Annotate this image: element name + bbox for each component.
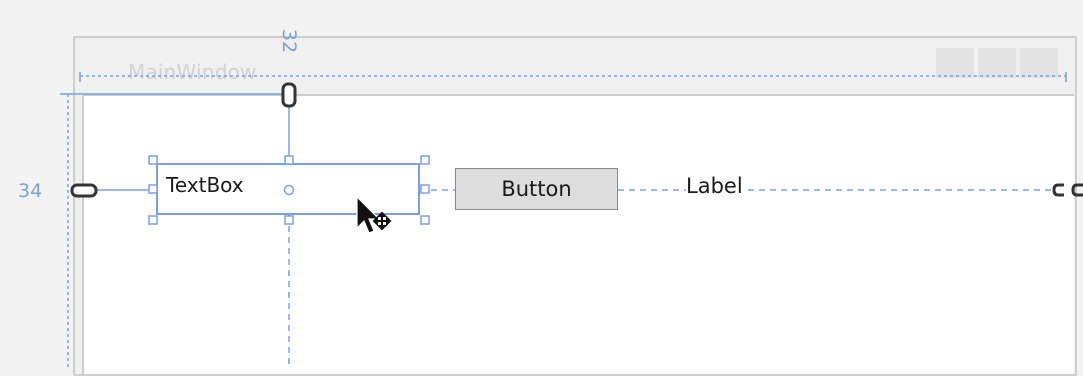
center-handle <box>283 184 295 196</box>
top-anchor-icon <box>281 82 297 108</box>
handle-middle-right <box>420 184 430 194</box>
handle-top-center <box>284 155 294 165</box>
right-anchor-icon <box>1052 183 1064 197</box>
adorner-overlay <box>60 72 1083 368</box>
move-cursor-icon <box>356 195 392 234</box>
handle-bottom-right <box>420 215 430 225</box>
left-anchor-icon <box>70 183 98 198</box>
handle-bottom-center <box>284 215 294 225</box>
handle-bottom-left <box>148 215 158 225</box>
handle-top-left <box>148 155 158 165</box>
handle-middle-left <box>148 184 158 194</box>
handle-top-right <box>420 155 430 165</box>
right-anchor-icon-part <box>1071 183 1083 197</box>
